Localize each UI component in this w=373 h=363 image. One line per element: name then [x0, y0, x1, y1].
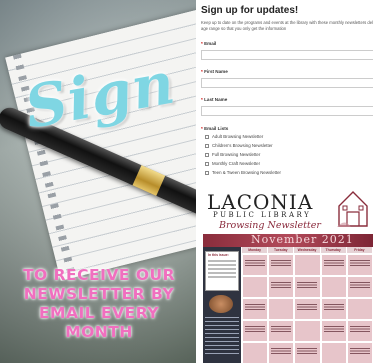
checkbox[interactable] [205, 170, 209, 175]
calendar-day-cell [294, 254, 321, 276]
calendar-weekday-header: Tuesday [268, 247, 294, 253]
calendar-event-text [297, 304, 318, 310]
calendar-day-cell [242, 342, 269, 363]
calendar-event-text [297, 282, 318, 288]
calendar-day-cell [242, 276, 269, 298]
newsletter-calendar: Monday Tuesday Wednesday Thursday Friday [242, 247, 373, 363]
calendar-event-text [323, 260, 344, 266]
email-lists-label: * Email Lists [201, 126, 229, 131]
calendar-event-text [245, 260, 265, 266]
calendar-day-cell [268, 276, 295, 298]
calendar-event-text [323, 304, 344, 310]
newsletter-month: November 2021 [251, 233, 354, 246]
promo-body: TO RECEIVE OUR NEWSLETTER BY EMAIL EVERY… [22, 266, 176, 341]
calendar-event-text [271, 326, 292, 332]
newsletter-library-subname: PUBLIC LIBRARY [213, 211, 312, 219]
calendar-event-text [271, 260, 292, 266]
newsletter-sidebar: In this issue: [203, 247, 241, 363]
form-title: Sign up for updates! [201, 5, 299, 16]
newsletter-issue-box: In this issue: [205, 251, 239, 291]
calendar-day-cell [268, 342, 295, 363]
calendar-event-text [297, 348, 318, 354]
first-name-label: * First Name [201, 69, 228, 74]
calendar-day-cell [346, 298, 373, 320]
list-option-full[interactable]: Full Browsing Newsletter [205, 151, 260, 158]
checkbox[interactable] [205, 143, 209, 148]
calendar-event-text [245, 304, 265, 310]
email-label: * Email [201, 41, 217, 46]
calendar-day-cell [294, 298, 321, 320]
calendar-day-cell [268, 320, 295, 342]
checkbox[interactable] [205, 161, 209, 166]
list-option-adult[interactable]: Adult Browsing Newsletter [205, 133, 263, 140]
calendar-day-cell [320, 276, 347, 298]
calendar-weekday-header: Thursday [320, 247, 346, 253]
calendar-event-text [349, 282, 370, 288]
newsletter-mascot-image [209, 295, 233, 313]
last-name-field[interactable] [201, 106, 373, 116]
calendar-day-cell [320, 320, 347, 342]
calendar-event-text [271, 282, 292, 288]
calendar-day-cell [320, 342, 347, 363]
calendar-day-cell [346, 320, 373, 342]
calendar-weekday-header: Monday [242, 247, 268, 253]
calendar-weekday-header: Friday [346, 247, 372, 253]
checkbox[interactable] [205, 134, 209, 139]
email-field[interactable] [201, 50, 373, 60]
calendar-day-cell [294, 342, 321, 363]
calendar-day-cell [346, 254, 373, 276]
first-name-field[interactable] [201, 78, 373, 88]
calendar-day-cell [320, 298, 347, 320]
calendar-event-text [349, 326, 370, 332]
calendar-weekday-header: Wednesday [294, 247, 320, 253]
promo-image: Sign up TO RECEIVE OUR NEWSLETTER BY EMA… [0, 0, 196, 363]
calendar-event-text [349, 260, 370, 266]
calendar-day-cell [346, 276, 373, 298]
calendar-day-cell [268, 298, 295, 320]
calendar-day-cell [294, 276, 321, 298]
calendar-day-cell [242, 320, 269, 342]
checkbox[interactable] [205, 152, 209, 157]
list-option-craft[interactable]: Monthly Craft Newsletter [205, 160, 260, 167]
calendar-event-text [245, 326, 265, 332]
calendar-event-text [323, 326, 344, 332]
calendar-event-text [271, 348, 292, 354]
calendar-event-text [349, 348, 370, 354]
newsletter-sidebar-text [205, 317, 239, 357]
calendar-day-cell [242, 298, 269, 320]
calendar-day-cell [294, 320, 321, 342]
form-description: Keep up to date on the programs and even… [201, 20, 373, 31]
list-option-children[interactable]: Children's Browsing Newsletter [205, 142, 273, 149]
last-name-label: * Last Name [201, 97, 228, 102]
library-building-icon [337, 191, 368, 227]
list-option-teen[interactable]: Teen & Tween Browsing Newsletter [205, 169, 281, 176]
calendar-day-cell [346, 342, 373, 363]
calendar-day-cell [242, 254, 269, 276]
calendar-day-cell [320, 254, 347, 276]
signup-form-panel: Sign up for updates! Keep up to date on … [196, 0, 373, 363]
newsletter-preview-image: LACONIA PUBLIC LIBRARY Browsing Newslett… [203, 186, 373, 363]
newsletter-script-title: Browsing Newsletter [219, 220, 321, 231]
calendar-day-cell [268, 254, 295, 276]
